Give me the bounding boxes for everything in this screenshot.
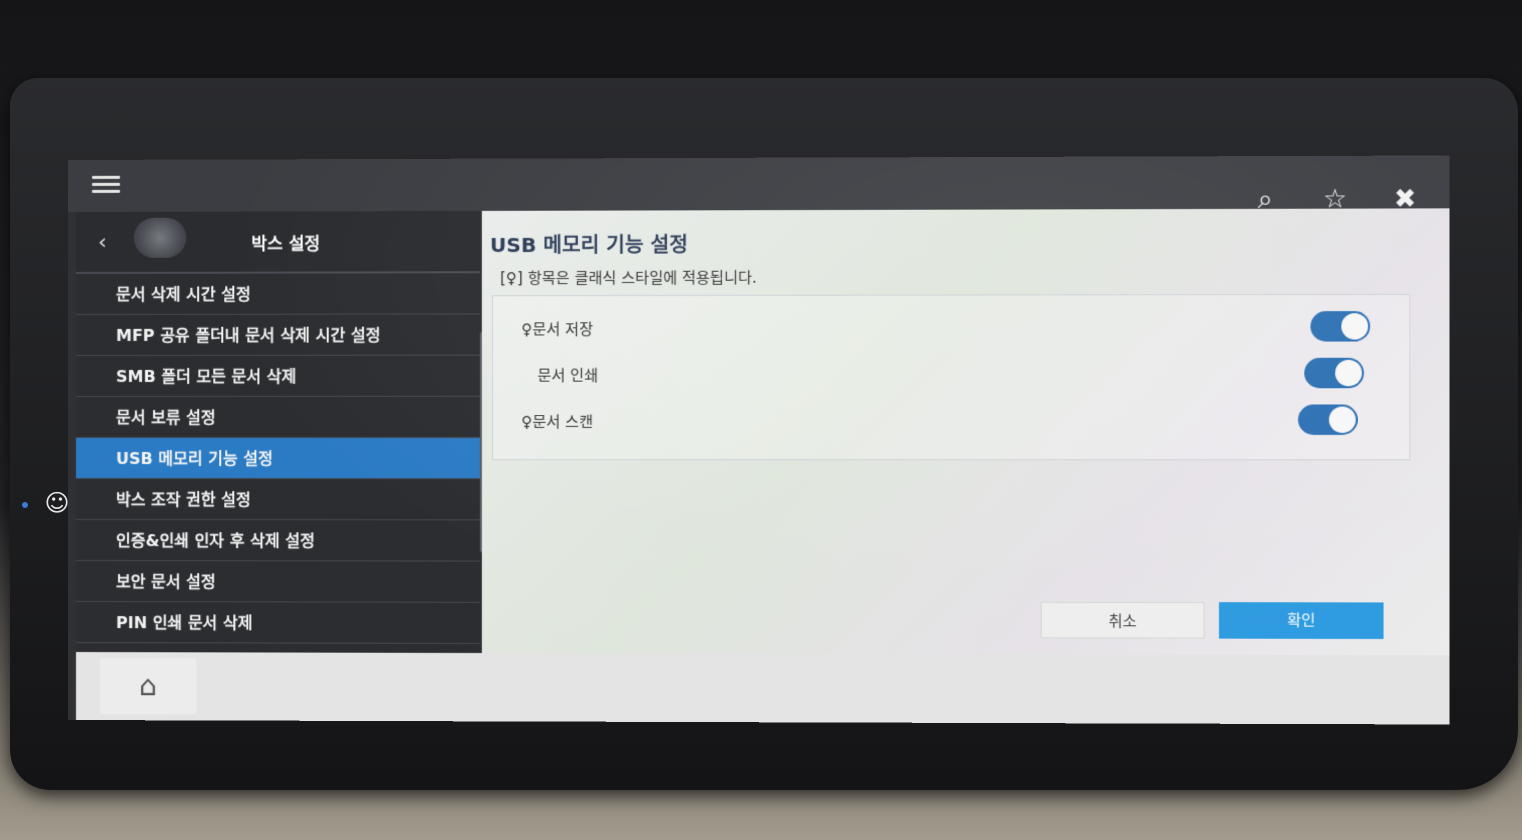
option-label: ♀문서 저장 — [521, 320, 594, 339]
sidebar-item-active[interactable]: USB 메모리 기능 설정 — [75, 437, 480, 480]
toggle-switch-save[interactable] — [1310, 311, 1371, 342]
cancel-button[interactable]: 취소 — [1040, 601, 1205, 639]
status-led — [22, 502, 28, 508]
sidebar-title: 박스 설정 — [251, 234, 321, 255]
ok-button[interactable]: 확인 — [1218, 602, 1384, 640]
sidebar-item[interactable]: MFP 공유 폴더내 문서 삭제 시간 설정 — [75, 314, 480, 356]
toggle-knob — [1335, 359, 1362, 387]
toggle-switch-scan[interactable] — [1298, 404, 1358, 435]
sidebar-item[interactable]: 박스 조작 권한 설정 — [75, 479, 480, 521]
option-row-scan: ♀문서 스캔 — [493, 400, 1409, 447]
toggle-switch-print[interactable] — [1304, 357, 1364, 389]
sidebar-item[interactable]: 문서 삭제 시간 설정 — [75, 273, 480, 315]
sidebar-item[interactable]: 보안 문서 설정 — [75, 561, 480, 603]
option-row-print: 문서 인쇄 — [493, 354, 1409, 401]
glare-spot — [134, 217, 187, 258]
option-row-save: ♀문서 저장 — [493, 307, 1409, 355]
footer-bar: ⌂ — [75, 652, 1450, 725]
option-group: ♀문서 저장 문서 인쇄 ♀문서 스캔 — [491, 293, 1411, 461]
touch-screen: ⌕ ☆ ✖ ‹ 박스 설정 문서 삭제 시간 설정 MFP 공유 폴더내 문서 … — [68, 155, 1450, 725]
sidebar-header: ‹ 박스 설정 — [75, 210, 480, 274]
sidebar-list: 문서 삭제 시간 설정 MFP 공유 폴더내 문서 삭제 시간 설정 SMB 폴… — [75, 273, 480, 644]
sidebar-item[interactable]: 인증&인쇄 인자 후 삭제 설정 — [75, 520, 480, 562]
sidebar-item[interactable]: SMB 폴더 모든 문서 삭제 — [75, 355, 480, 397]
sidebar-item[interactable]: 문서 보류 설정 — [75, 396, 480, 438]
info-note: [♀] 항목은 클래식 스타일에 적용됩니다. — [500, 268, 757, 288]
toggle-knob — [1341, 313, 1369, 340]
sidebar-item[interactable]: PIN 인쇄 문서 삭제 — [75, 602, 480, 644]
content-panel: USB 메모리 기능 설정 [♀] 항목은 클래식 스타일에 적용됩니다. ♀문… — [481, 208, 1450, 656]
home-icon[interactable]: ⌂ — [100, 658, 197, 715]
photo-scene: ☺ ⌕ ☆ ✖ ‹ 박스 설정 문서 삭제 시간 설정 MFP 공유 폴더내 문… — [0, 0, 1522, 840]
option-label: ♀문서 스캔 — [521, 412, 594, 431]
menu-icon[interactable] — [92, 172, 121, 196]
option-label: 문서 인쇄 — [537, 366, 599, 385]
toggle-knob — [1328, 406, 1356, 433]
sidebar: ‹ 박스 설정 문서 삭제 시간 설정 MFP 공유 폴더내 문서 삭제 시간 … — [75, 210, 486, 654]
chevron-left-icon[interactable]: ‹ — [98, 228, 118, 258]
top-bar: ⌕ ☆ ✖ — [68, 155, 1450, 215]
page-title: USB 메모리 기능 설정 — [489, 232, 688, 258]
